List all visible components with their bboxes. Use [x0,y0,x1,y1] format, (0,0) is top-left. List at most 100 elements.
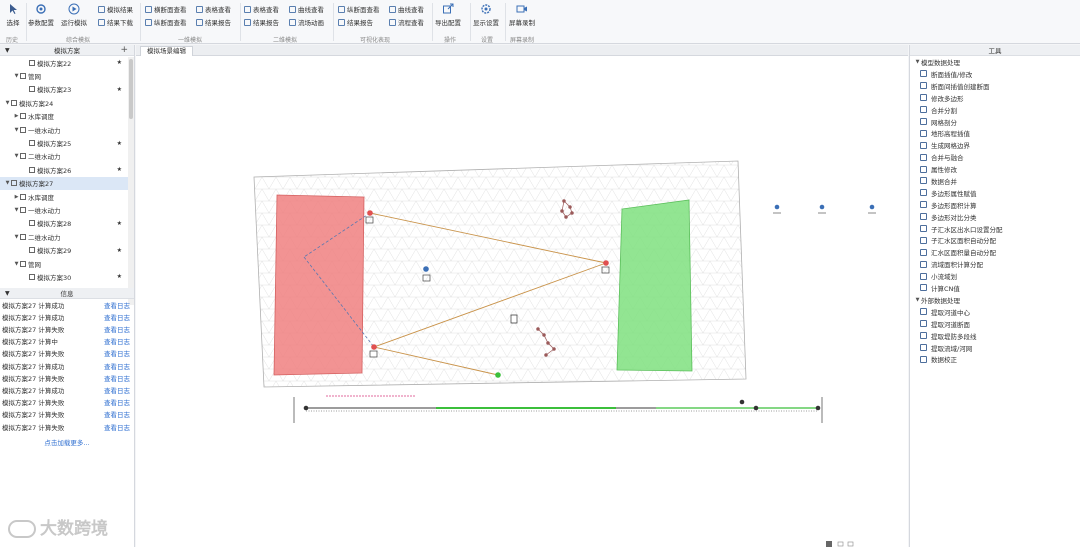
screen-record-button[interactable]: 屏幕录制 [509,2,535,32]
expand-toggle-icon[interactable]: ▼ [13,207,20,213]
long-section-view-button[interactable]: 纵断面查看 [145,17,187,27]
result-report-button-2[interactable]: 结果报告 [244,17,279,27]
checkbox-icon[interactable] [29,166,35,173]
view-log-link[interactable]: 查看日志 [104,348,130,358]
result-report-button-3[interactable]: 结果报告 [338,17,373,27]
scrollbar-thumb[interactable] [129,59,133,119]
tool-item[interactable]: 断面插值/修改 [910,68,1080,80]
expand-toggle-icon[interactable]: ▶ [13,194,20,200]
checkbox-icon[interactable] [29,247,35,254]
green-zone[interactable] [616,199,693,372]
checkbox-icon[interactable] [20,206,26,213]
expand-toggle-icon[interactable]: ▼ [13,73,20,79]
tool-item[interactable]: 子汇水区面积自动分配 [910,234,1080,246]
tool-category[interactable]: ▼ 外部数据处理 [910,294,1080,306]
display-settings-button[interactable]: 显示设置 [473,2,499,32]
view-log-link[interactable]: 查看日志 [104,300,130,310]
tool-item[interactable]: 计算CN值 [910,282,1080,294]
tree-item[interactable]: 模拟方案26 ★ [0,163,134,176]
checkbox-icon[interactable] [29,140,35,147]
tool-item[interactable]: 提取流域/河网 [910,342,1080,354]
star-icon[interactable]: ★ [117,166,122,173]
tool-item[interactable]: 小流域划 [910,270,1080,282]
tree-item[interactable]: ▶ 水库调度 [0,110,134,123]
tree-item[interactable]: ▼ 模拟方案24 [0,96,134,109]
tree-item[interactable]: ▼ 管网 [0,69,134,82]
view-log-link[interactable]: 查看日志 [104,336,130,346]
tool-item[interactable]: 数据合并 [910,175,1080,187]
tree-item[interactable]: 模拟方案28 ★ [0,217,134,230]
result-report-button-1[interactable]: 结果报告 [196,17,231,27]
tool-item[interactable]: 汇水区面积量自动分配 [910,246,1080,258]
tree-item[interactable]: 模拟方案29 ★ [0,243,134,256]
tree-item[interactable]: 模拟方案22 ★ [0,56,134,69]
view-log-link[interactable]: 查看日志 [104,361,130,371]
tool-item[interactable]: 提取河道中心 [910,306,1080,318]
tree-scrollbar[interactable] [128,57,134,305]
tool-item[interactable]: 提取堤防多段线 [910,330,1080,342]
run-simulation-button[interactable]: 运行模拟 [61,2,87,32]
tool-item[interactable]: 多边形属性赋值 [910,187,1080,199]
tree-item[interactable]: 模拟方案23 ★ [0,83,134,96]
simulation-canvas[interactable] [136,57,908,545]
checkbox-icon[interactable] [29,86,35,93]
tool-category[interactable]: ▼ 模型数据处理 [910,56,1080,68]
flow-view-button[interactable]: 流程查看 [389,17,424,27]
expand-toggle-icon[interactable]: ▼ [13,153,20,159]
node-d[interactable] [495,372,501,378]
tree-item[interactable]: ▶ 水库调度 [0,190,134,203]
tool-item[interactable]: 合并与融合 [910,151,1080,163]
expand-toggle-icon[interactable]: ▼ [4,100,11,106]
station-marker-1[interactable] [773,204,781,214]
star-icon[interactable]: ★ [117,140,122,147]
checkbox-icon[interactable] [29,273,35,280]
tool-item[interactable]: 生成网格边界 [910,139,1080,151]
expand-toggle-icon[interactable]: ▼ [13,234,20,240]
checkbox-icon[interactable] [20,233,26,240]
star-icon[interactable]: ★ [117,59,122,66]
expand-toggle-icon[interactable]: ▼ [13,261,20,267]
tool-item[interactable]: 多边形面积计算 [910,199,1080,211]
view-log-link[interactable]: 查看日志 [104,324,130,334]
tool-item[interactable]: 断面间插值创建断面 [910,80,1080,92]
tool-item[interactable]: 流域面积计算分配 [910,258,1080,270]
tree-item[interactable]: ▼ 一维水动力 [0,123,134,136]
checkbox-icon[interactable] [20,153,26,160]
checkbox-icon[interactable] [29,59,35,66]
star-icon[interactable]: ★ [117,86,122,93]
sim-result-button[interactable]: 模拟结果 [98,4,133,14]
result-download-button[interactable]: 结果下载 [98,17,133,27]
tree-item[interactable]: ▼ 二维水动力 [0,150,134,163]
view-log-link[interactable]: 查看日志 [104,422,130,432]
expand-toggle-icon[interactable]: ▼ [13,127,20,133]
export-config-button[interactable]: 导出配置 [435,2,461,32]
view-log-link[interactable]: 查看日志 [104,312,130,322]
tool-item[interactable]: 修改多边形 [910,92,1080,104]
tool-item[interactable]: 网格剖分 [910,116,1080,128]
expand-toggle-icon[interactable]: ▼ [914,297,921,303]
curve-view-button-2[interactable]: 曲线查看 [389,4,424,14]
tree-item[interactable]: 模拟方案30 ★ [0,270,134,283]
star-icon[interactable]: ★ [117,220,122,227]
tree-item[interactable]: ▼ 二维水动力 [0,230,134,243]
collapse-icon[interactable]: ▼ [5,290,10,297]
expand-toggle-icon[interactable]: ▶ [13,113,20,119]
checkbox-icon[interactable] [20,113,26,120]
checkbox-icon[interactable] [20,126,26,133]
tool-item[interactable]: 地形高程插值 [910,127,1080,139]
star-icon[interactable]: ★ [117,273,122,280]
red-zone[interactable] [273,194,365,376]
tree-item[interactable]: ▼ 模拟方案27 [0,176,134,190]
curve-view-button-1[interactable]: 曲线查看 [289,4,324,14]
checkbox-icon[interactable] [11,99,17,106]
add-scheme-button[interactable]: + [120,45,128,55]
tool-item[interactable]: 提取河道断面 [910,318,1080,330]
station-marker-2[interactable] [818,204,826,214]
tree-item[interactable]: ▼ 管网 [0,257,134,270]
collapse-icon[interactable]: ▼ [5,47,10,54]
station-marker-3[interactable] [868,204,876,214]
checkbox-icon[interactable] [29,220,35,227]
tool-item[interactable]: 数据校正 [910,353,1080,365]
star-icon[interactable]: ★ [117,247,122,254]
table-view-button-2[interactable]: 表格查看 [244,4,279,14]
